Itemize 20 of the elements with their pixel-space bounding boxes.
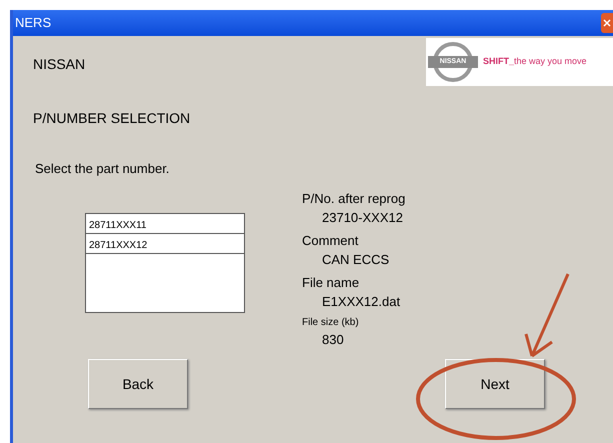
list-item[interactable]: 28711XXX12	[86, 234, 244, 254]
window-title: NERS	[15, 14, 52, 32]
instruction-text: Select the part number.	[34, 160, 170, 178]
brand-label: NISSAN	[33, 55, 86, 74]
detail-value: 23710-XXX12	[321, 209, 404, 227]
detail-value: E1XXX12.dat	[321, 293, 402, 311]
detail-label: Comment	[302, 232, 360, 250]
part-number-list[interactable]: 28711XXX11 28711XXX12	[85, 212, 245, 312]
close-icon	[603, 19, 611, 27]
next-button[interactable]: Next	[445, 359, 545, 409]
detail-label: File name	[302, 274, 360, 292]
detail-label: File size (kb)	[302, 316, 360, 330]
close-button[interactable]	[601, 13, 613, 33]
list-item[interactable]: 28711XXX11	[86, 214, 244, 234]
detail-value: CAN ECCS	[321, 251, 390, 269]
detail-value: 830	[321, 330, 345, 348]
detail-label: P/No. after reprog	[302, 190, 406, 208]
screen-heading: P/NUMBER SELECTION	[32, 109, 192, 128]
logo-tagline: SHIFT_the way you move	[483, 55, 587, 68]
back-button[interactable]: Back	[88, 359, 188, 409]
